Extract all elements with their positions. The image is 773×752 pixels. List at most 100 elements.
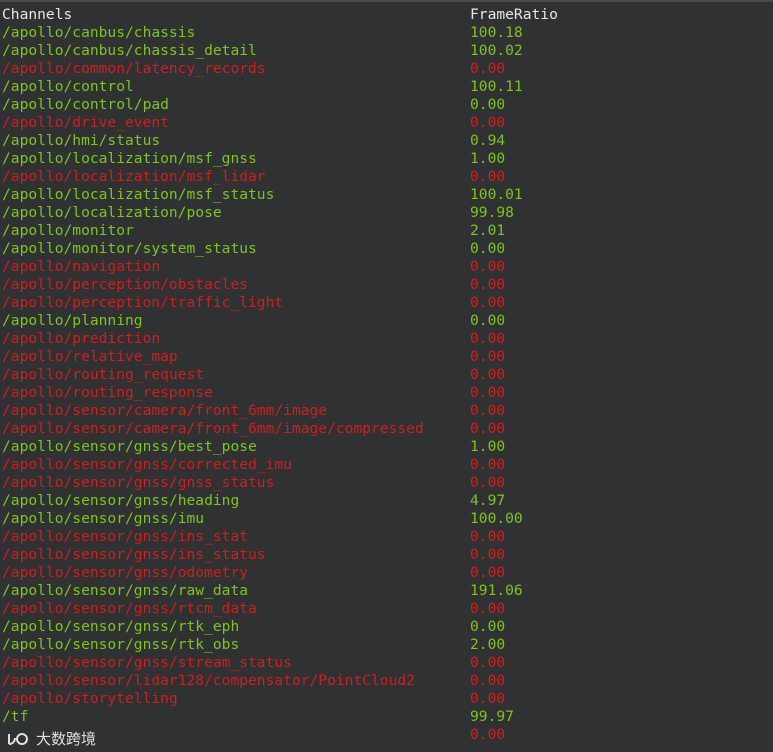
channel-name: /apollo/hmi/status bbox=[2, 132, 161, 149]
frame-ratio-value: 0.00 bbox=[470, 726, 506, 743]
frame-ratio-value: 0.00 bbox=[470, 654, 506, 671]
table-row: /apollo/canbus/chassis 100.18 bbox=[0, 24, 773, 42]
table-row: /apollo/control 100.11 bbox=[0, 78, 773, 96]
watermark-text: 大数跨境 bbox=[36, 730, 97, 748]
channel-name: /apollo/planning bbox=[2, 312, 143, 329]
frame-ratio-value: 0.00 bbox=[470, 672, 506, 689]
table-row: /apollo/sensor/gnss/heading 4.97 bbox=[0, 492, 773, 510]
channel-name: /apollo/sensor/gnss/rtcm_data bbox=[2, 600, 257, 617]
table-row: /apollo/sensor/gnss/rtcm_data 0.00 bbox=[0, 600, 773, 618]
table-row: /apollo/sensor/gnss/imu 100.00 bbox=[0, 510, 773, 528]
frame-ratio-value: 1.00 bbox=[470, 150, 506, 167]
table-row: /apollo/monitor 2.01 bbox=[0, 222, 773, 240]
channel-name: /apollo/navigation bbox=[2, 258, 161, 275]
frame-ratio-value: 2.00 bbox=[470, 636, 506, 653]
frame-ratio-value: 0.00 bbox=[470, 258, 506, 275]
channel-name: /apollo/canbus/chassis_detail bbox=[2, 42, 257, 59]
channel-name: /apollo/sensor/camera/front_6mm/image bbox=[2, 402, 328, 419]
frame-ratio-value: 1.00 bbox=[470, 438, 506, 455]
table-row: /apollo/canbus/chassis_detail 100.02 bbox=[0, 42, 773, 60]
table-row: /apollo/sensor/camera/front_6mm/image/co… bbox=[0, 420, 773, 438]
channel-name: /apollo/routing_response bbox=[2, 384, 213, 401]
table-row: /apollo/control/pad 0.00 bbox=[0, 96, 773, 114]
channel-name: /apollo/monitor/system_status bbox=[2, 240, 257, 257]
channel-name: /apollo/sensor/camera/front_6mm/image/co… bbox=[2, 420, 424, 437]
frame-ratio-value: 0.00 bbox=[470, 546, 506, 563]
frame-ratio-value: 99.98 bbox=[470, 204, 514, 221]
table-row: /apollo/localization/msf_status 100.01 bbox=[0, 186, 773, 204]
channel-name: /apollo/prediction bbox=[2, 330, 161, 347]
channel-name: /apollo/sensor/lidar128/compensator/Poin… bbox=[2, 672, 415, 689]
table-row: /apollo/sensor/gnss/corrected_imu 0.00 bbox=[0, 456, 773, 474]
watermark: 大数跨境 bbox=[6, 729, 96, 749]
frame-ratio-value: 0.00 bbox=[470, 618, 506, 635]
table-row: /apollo/localization/msf_gnss 1.00 bbox=[0, 150, 773, 168]
channel-name: /apollo/storytelling bbox=[2, 690, 178, 707]
frame-ratio-value: 99.97 bbox=[470, 708, 514, 725]
frame-ratio-value: 100.00 bbox=[470, 510, 523, 527]
frame-ratio-value: 0.00 bbox=[470, 366, 506, 383]
table-row: /apollo/navigation 0.00 bbox=[0, 258, 773, 276]
frame-ratio-value: 0.00 bbox=[470, 528, 506, 545]
channel-name: /apollo/sensor/gnss/heading bbox=[2, 492, 240, 509]
table-row: /apollo/relative_map 0.00 bbox=[0, 348, 773, 366]
frame-ratio-value: 0.00 bbox=[470, 384, 506, 401]
channel-name: /apollo/sensor/gnss/stream_status bbox=[2, 654, 292, 671]
channel-name: /apollo/control/pad bbox=[2, 96, 169, 113]
frame-ratio-value: 0.00 bbox=[470, 114, 506, 131]
table-row: /apollo/sensor/gnss/best_pose 1.00 bbox=[0, 438, 773, 456]
channel-name: /apollo/localization/msf_status bbox=[2, 186, 275, 203]
channel-name: /apollo/sensor/gnss/gnss_status bbox=[2, 474, 275, 491]
table-row: /apollo/localization/pose 99.98 bbox=[0, 204, 773, 222]
channel-name: /apollo/relative_map bbox=[2, 348, 178, 365]
channel-name: /apollo/drive_event bbox=[2, 114, 169, 131]
table-row: /apollo/storytelling 0.00 bbox=[0, 690, 773, 708]
channel-name: /apollo/sensor/gnss/rtk_eph bbox=[2, 618, 240, 635]
frame-ratio-value: 191.06 bbox=[470, 582, 523, 599]
frame-ratio-value: 0.00 bbox=[470, 240, 506, 257]
channel-name: /apollo/sensor/gnss/corrected_imu bbox=[2, 456, 292, 473]
frame-ratio-value: 2.01 bbox=[470, 222, 506, 239]
table-row: /apollo/monitor/system_status 0.00 bbox=[0, 240, 773, 258]
channel-list: /apollo/canbus/chassis 100.18/apollo/canb… bbox=[0, 24, 773, 744]
table-row: /apollo/common/latency_records 0.00 bbox=[0, 60, 773, 78]
frame-ratio-value: 0.00 bbox=[470, 564, 506, 581]
table-row: /tf 99.97 bbox=[0, 708, 773, 726]
channel-name: /apollo/sensor/gnss/best_pose bbox=[2, 438, 257, 455]
table-row: /apollo/routing_response 0.00 bbox=[0, 384, 773, 402]
table-row: /apollo/perception/traffic_light 0.00 bbox=[0, 294, 773, 312]
channel-name: /apollo/localization/msf_gnss bbox=[2, 150, 257, 167]
channel-name: /apollo/sensor/gnss/rtk_obs bbox=[2, 636, 240, 653]
frame-ratio-value: 0.00 bbox=[470, 474, 506, 491]
frame-ratio-value: 0.00 bbox=[470, 402, 506, 419]
table-row: /apollo/sensor/gnss/stream_status 0.00 bbox=[0, 654, 773, 672]
channel-name: /apollo/monitor bbox=[2, 222, 134, 239]
frame-ratio-value: 0.00 bbox=[470, 600, 506, 617]
table-row: /apollo/drive_event 0.00 bbox=[0, 114, 773, 132]
frameratio-column-header: FrameRatio bbox=[470, 6, 558, 23]
channel-name: /apollo/sensor/gnss/ins_status bbox=[2, 546, 266, 563]
frame-ratio-value: 0.00 bbox=[470, 456, 506, 473]
channel-name: /apollo/sensor/gnss/imu bbox=[2, 510, 205, 527]
frame-ratio-value: 0.00 bbox=[470, 690, 506, 707]
table-row: /apollo/prediction 0.00 bbox=[0, 330, 773, 348]
frame-ratio-value: 0.00 bbox=[470, 60, 506, 77]
table-row: /apollo/routing_request 0.00 bbox=[0, 366, 773, 384]
frame-ratio-value: 0.00 bbox=[470, 348, 506, 365]
frame-ratio-value: 0.00 bbox=[470, 420, 506, 437]
table-row: /apollo/sensor/gnss/rtk_obs 2.00 bbox=[0, 636, 773, 654]
channel-name: /apollo/perception/traffic_light bbox=[2, 294, 284, 311]
terminal-window: Channels FrameRatio /apollo/canbus/chass… bbox=[0, 0, 773, 752]
channel-name: /apollo/sensor/gnss/ins_stat bbox=[2, 528, 249, 545]
channel-name: /apollo/perception/obstacles bbox=[2, 276, 249, 293]
frame-ratio-value: 100.11 bbox=[470, 78, 523, 95]
channels-column-header: Channels bbox=[2, 6, 73, 23]
table-row: /apollo/sensor/gnss/rtk_eph 0.00 bbox=[0, 618, 773, 636]
table-header: Channels FrameRatio bbox=[0, 6, 773, 24]
table-row: /apollo/sensor/gnss/ins_stat 0.00 bbox=[0, 528, 773, 546]
table-row: /apollo/sensor/camera/front_6mm/image 0.0… bbox=[0, 402, 773, 420]
table-row: /apollo/sensor/gnss/raw_data 191.06 bbox=[0, 582, 773, 600]
table-row: /apollo/hmi/status 0.94 bbox=[0, 132, 773, 150]
channel-name: /apollo/canbus/chassis bbox=[2, 24, 196, 41]
table-row: /apollo/sensor/gnss/gnss_status 0.00 bbox=[0, 474, 773, 492]
